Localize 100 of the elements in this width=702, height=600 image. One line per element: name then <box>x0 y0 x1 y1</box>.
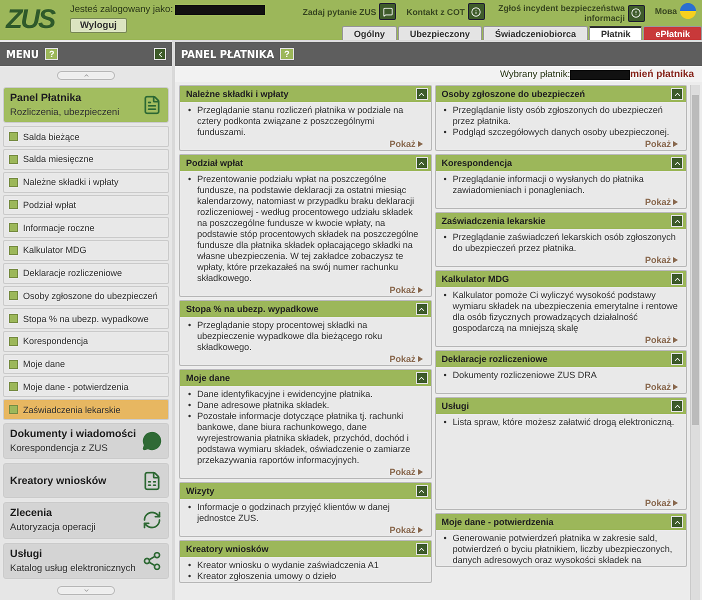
section-title: Panel Płatnika <box>10 92 82 104</box>
collapse-button[interactable] <box>416 303 428 315</box>
square-icon <box>9 200 18 210</box>
collapse-button[interactable] <box>671 516 683 528</box>
scrollbar[interactable] <box>690 85 700 600</box>
square-icon <box>9 314 18 324</box>
square-icon <box>9 246 18 255</box>
change-payer-link[interactable]: mień płatnika <box>630 69 694 80</box>
show-link[interactable]: Pokaż <box>644 498 678 508</box>
header-link[interactable]: Zadaj pytanie ZUS <box>302 6 376 16</box>
square-icon <box>9 291 18 300</box>
collapse-button[interactable] <box>416 372 428 384</box>
show-link[interactable]: Pokaż <box>389 525 422 535</box>
square-icon <box>9 268 18 278</box>
menu-section[interactable]: Usługi Katalog usług elektronicznych <box>3 542 169 579</box>
language-label[interactable]: Мова <box>654 6 677 16</box>
collapse-button[interactable] <box>416 543 428 555</box>
menu-section[interactable]: Dokumenty i wiadomości Korespondencja z ZUS <box>3 422 169 460</box>
collapse-menu-button[interactable] <box>154 48 166 60</box>
bullet-mark: • <box>444 370 447 381</box>
bullet-mark: • <box>444 105 447 116</box>
collapse-button[interactable] <box>671 273 683 285</box>
show-link[interactable]: Pokaż <box>644 197 678 207</box>
card-text: Prezentowanie podziału wpłat na poszczególne fundusze, na podstawie deklaracji za ostatni miesiąc kalendarzowy, natomiast w przypadku braku deklaracji rozliczeniowej - według procentowego udziału składek na poszczególne fundusze w kwocie wpłaty, na podstawie stóp procentowych składek na poszczególne fundusze dla płatnika składek opłacającego składki na własne ubezpieczenia. W tej zakładce zobaczysz te wpłaty, które przekazałeś na swój numer rachunku składkowego. <box>197 174 420 284</box>
menu-item[interactable]: Deklaracje rozliczeniowe <box>3 262 169 284</box>
header-link-button[interactable] <box>628 4 645 22</box>
tab[interactable]: Płatnik <box>588 26 642 40</box>
menu-item[interactable]: Osoby zgłoszone do ubezpieczeń <box>3 286 169 306</box>
triangle-icon <box>418 287 422 293</box>
collapse-button[interactable] <box>416 485 428 497</box>
show-link[interactable]: Pokaż <box>644 335 678 345</box>
section-subtitle: Autoryzacja operacji <box>10 522 97 534</box>
card-title: Usługi <box>442 400 470 412</box>
square-icon <box>9 382 18 392</box>
collapse-button[interactable] <box>671 353 683 365</box>
menu-item[interactable]: Salda bieżące <box>3 126 169 148</box>
square-icon <box>9 178 18 187</box>
card-text: Przeglądanie stopy procentowej składki na ubezpieczenie wypadkowe dla bieżącego roku składkowego. <box>197 320 384 353</box>
tab[interactable]: Ogólny <box>342 26 397 40</box>
scrollbar-thumb[interactable] <box>692 95 699 425</box>
panel-title: PANEL PŁATNIKA <box>181 48 274 60</box>
menu-item[interactable]: Moje dane - potwierdzenia <box>3 376 169 398</box>
section-title: Usługi <box>10 548 44 560</box>
chevron-up-icon <box>82 72 90 79</box>
bullet-mark: • <box>188 174 192 185</box>
chevron-down-icon <box>82 586 90 594</box>
menu-item[interactable]: Korespondencja <box>3 330 169 352</box>
chat-icon <box>382 6 393 16</box>
card-title: Podział wpłat <box>186 157 244 169</box>
collapse-button[interactable] <box>671 215 683 227</box>
card-title: Osoby zgłoszone do ubezpieczeń <box>442 88 586 100</box>
card-title: Korespondencja <box>442 157 512 169</box>
tab[interactable]: Świadczeniobiorca <box>482 26 588 40</box>
section-subtitle: Rozliczenia, ubezpieczeni <box>10 107 120 118</box>
collapse-button[interactable] <box>416 88 428 100</box>
flag-icon[interactable] <box>680 3 696 19</box>
document-icon <box>142 95 162 116</box>
bullet-mark: • <box>444 290 447 301</box>
zus-logo[interactable]: ZUS <box>6 4 62 40</box>
card-title: Należne składki i wpłaty <box>186 88 289 100</box>
collapse-button[interactable] <box>671 400 683 412</box>
menu-item[interactable]: Moje dane <box>3 354 169 374</box>
bullet-mark: • <box>188 105 192 116</box>
collapse-button[interactable] <box>416 157 428 169</box>
card-title: Moje dane <box>186 372 230 384</box>
card-title: Wizyty <box>186 485 214 497</box>
header-link[interactable]: Kontakt z COT <box>406 6 465 16</box>
card-text: Dane adresowe płatnika składek. <box>197 400 330 411</box>
menu-section[interactable]: Panel Płatnika Rozliczenia, ubezpieczeni <box>3 87 169 124</box>
show-link[interactable]: Pokaż <box>389 139 422 149</box>
triangle-icon <box>673 141 678 147</box>
show-link[interactable]: Pokaż <box>389 354 422 364</box>
menu-item[interactable]: Należne składki i wpłaty <box>3 172 169 193</box>
show-link[interactable]: Pokaż <box>644 255 678 265</box>
show-link[interactable]: Pokaż <box>389 467 422 477</box>
network-icon <box>142 550 162 571</box>
collapse-button[interactable] <box>671 88 683 100</box>
show-link[interactable]: Pokaż <box>644 382 678 392</box>
show-link[interactable]: Pokaż <box>644 139 678 149</box>
menu-item[interactable]: Podział wpłat <box>3 194 169 216</box>
show-link[interactable]: Pokaż <box>389 285 422 295</box>
menu-item[interactable]: Kalkulator MDG <box>3 240 169 261</box>
menu-item[interactable]: Salda miesięczne <box>3 149 169 170</box>
menu-item[interactable]: Zaświadczenia lekarskie <box>3 399 169 420</box>
header-link-button[interactable] <box>468 3 485 20</box>
triangle-icon <box>418 356 422 362</box>
tab[interactable]: Ubezpieczony <box>398 26 482 40</box>
tab[interactable]: ePłatnik <box>643 26 702 40</box>
bullet-mark: • <box>188 560 192 571</box>
menu-section[interactable]: Zlecenia Autoryzacja operacji <box>3 502 169 539</box>
speech-bubble-icon <box>142 431 162 452</box>
header-link-button[interactable] <box>379 3 396 20</box>
menu-item[interactable]: Informacje roczne <box>3 217 169 238</box>
section-subtitle: Katalog usług elektronicznych <box>10 562 137 574</box>
menu-section[interactable]: Kreatory wniosków <box>3 463 169 498</box>
menu-item[interactable]: Stopa % na ubezp. wypadkowe <box>3 308 169 329</box>
collapse-button[interactable] <box>671 157 683 169</box>
header-link[interactable]: Zgłoś incydent bezpieczeństwa informacji <box>494 3 625 23</box>
bullet-mark: • <box>188 389 192 400</box>
logout-button[interactable]: Wyloguj <box>70 18 127 33</box>
